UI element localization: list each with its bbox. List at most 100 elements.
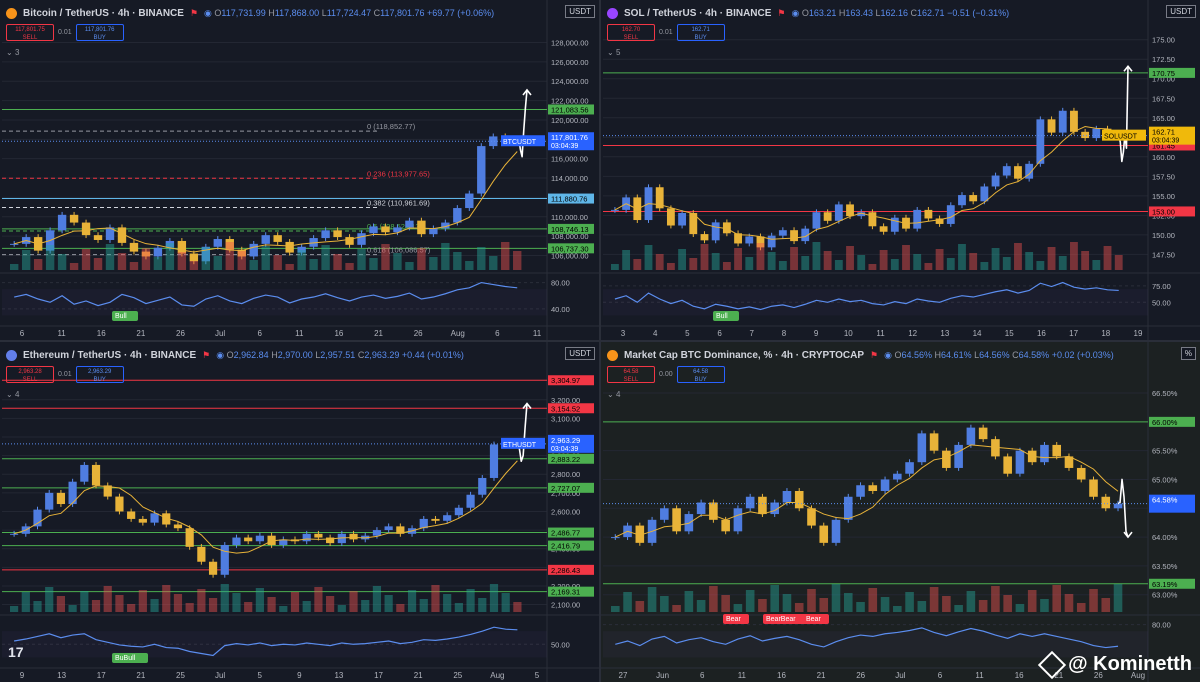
candle-body[interactable] (856, 485, 865, 497)
candle-body[interactable] (1014, 166, 1022, 179)
candle-body[interactable] (10, 533, 19, 535)
candle-body[interactable] (93, 235, 103, 240)
candle-body[interactable] (1101, 496, 1111, 509)
flag-icon[interactable]: ⚑ (870, 350, 878, 361)
candle-body[interactable] (477, 146, 486, 194)
candle-body[interactable] (672, 508, 681, 532)
candle-body[interactable] (349, 533, 358, 540)
flag-icon[interactable]: ⚑ (202, 350, 210, 361)
candle-body[interactable] (127, 511, 136, 519)
candle-body[interactable] (249, 243, 258, 257)
candle-body[interactable] (56, 492, 66, 505)
candle-body[interactable] (443, 515, 452, 521)
candle-body[interactable] (758, 496, 767, 515)
candle-body[interactable] (454, 507, 463, 516)
candle-body[interactable] (1036, 119, 1045, 164)
candle-body[interactable] (917, 433, 927, 463)
candle-body[interactable] (946, 205, 955, 224)
candle-body[interactable] (1113, 503, 1123, 509)
chart-panel-sol[interactable]: 175.00172.50170.00167.50165.00162.50160.… (601, 0, 1200, 340)
candle-body[interactable] (357, 233, 366, 245)
chart-panel-btc[interactable]: 128,000.00 126,000.00 124,000.00 122,000.00… (0, 0, 599, 340)
candle-body[interactable] (33, 509, 42, 527)
candle-body[interactable] (138, 518, 147, 523)
candle-body[interactable] (913, 209, 922, 229)
candle-body[interactable] (969, 195, 978, 202)
candle-body[interactable] (868, 485, 878, 491)
candle-body[interactable] (1058, 110, 1067, 133)
buy-button[interactable]: 162.71 BUY (676, 24, 725, 41)
candle-body[interactable] (177, 240, 187, 254)
candle-body[interactable] (381, 226, 390, 233)
candle-body[interactable] (831, 519, 841, 543)
chart-panel-eth[interactable]: 3,200.003,100.003,000.002,900.002,800.00… (0, 342, 599, 682)
candle-body[interactable] (384, 526, 393, 531)
candle-body[interactable] (966, 427, 976, 445)
candle-body[interactable] (189, 253, 199, 262)
candle-body[interactable] (244, 537, 253, 542)
candle-body[interactable] (153, 247, 163, 257)
symbol-header[interactable]: Market Cap BTC Dominance, % · 4h · CRYPT… (607, 346, 1114, 364)
currency-badge[interactable]: % (1180, 347, 1196, 360)
candle-body[interactable] (197, 546, 206, 562)
candle-body[interactable] (81, 222, 91, 236)
candle-body[interactable] (417, 220, 426, 235)
candle-body[interactable] (1052, 444, 1062, 457)
projection-arrow[interactable] (516, 403, 528, 463)
candle-body[interactable] (1089, 479, 1098, 497)
candle-body[interactable] (302, 533, 311, 542)
candle-body[interactable] (958, 195, 966, 206)
candle-body[interactable] (843, 496, 853, 520)
candle-body[interactable] (924, 209, 933, 219)
candle-body[interactable] (273, 235, 282, 242)
candle-body[interactable] (431, 518, 440, 521)
candle-body[interactable] (611, 537, 620, 539)
candle-body[interactable] (1002, 166, 1011, 176)
chart-panel-btc-dominance[interactable]: 66.50%66.00%65.50%65.00%64.50%64.00%63.5… (601, 342, 1200, 682)
currency-badge[interactable]: USDT (565, 347, 595, 360)
candle-body[interactable] (453, 208, 462, 223)
sell-button[interactable]: 64.58 SELL (607, 366, 655, 383)
candle-body[interactable] (185, 528, 194, 547)
indicator-collapse[interactable]: ⌄ 4 (607, 390, 620, 399)
candle-body[interactable] (372, 530, 382, 536)
candle-body[interactable] (69, 214, 79, 223)
buy-button[interactable]: 64.58 BUY (676, 366, 725, 383)
candle-body[interactable] (115, 496, 124, 512)
sell-button[interactable]: 162.70 SELL (607, 24, 655, 41)
candle-body[interactable] (929, 433, 939, 451)
candle-body[interactable] (794, 491, 804, 509)
candle-body[interactable] (1076, 467, 1086, 480)
candle-body[interactable] (150, 513, 159, 523)
candle-body[interactable] (1015, 450, 1025, 474)
indicator-collapse[interactable]: ⌄ 5 (607, 48, 620, 57)
flag-icon[interactable]: ⚑ (190, 8, 198, 19)
candle-body[interactable] (978, 427, 988, 440)
candle-body[interactable] (778, 230, 787, 236)
candle-body[interactable] (812, 212, 821, 229)
candle-body[interactable] (314, 533, 323, 538)
candle-body[interactable] (369, 226, 378, 234)
candle-body[interactable] (980, 186, 989, 202)
candle-body[interactable] (478, 477, 487, 495)
candle-body[interactable] (285, 241, 294, 253)
chart-svg[interactable]: 128,000.00 126,000.00 124,000.00 122,000.00… (0, 0, 599, 340)
candle-body[interactable] (782, 491, 792, 503)
candle-body[interactable] (819, 525, 829, 543)
indicator-collapse[interactable]: ⌄ 4 (6, 390, 19, 399)
candle-body[interactable] (405, 220, 414, 228)
sell-button[interactable]: 117,801.75 SELL (6, 24, 54, 41)
candle-body[interactable] (173, 524, 183, 529)
candle-body[interactable] (129, 242, 139, 252)
candle-body[interactable] (823, 212, 832, 221)
candle-body[interactable] (213, 239, 222, 247)
candle-body[interactable] (879, 226, 888, 232)
projection-arrow[interactable] (516, 89, 528, 158)
candle-body[interactable] (846, 204, 854, 217)
projection-arrow[interactable] (1117, 66, 1129, 163)
candle-body[interactable] (660, 508, 669, 520)
candle-body[interactable] (465, 193, 474, 209)
candle-body[interactable] (466, 494, 475, 508)
candle-body[interactable] (10, 243, 19, 245)
chart-svg[interactable]: 66.50%66.00%65.50%65.00%64.50%64.00%63.5… (601, 342, 1200, 682)
